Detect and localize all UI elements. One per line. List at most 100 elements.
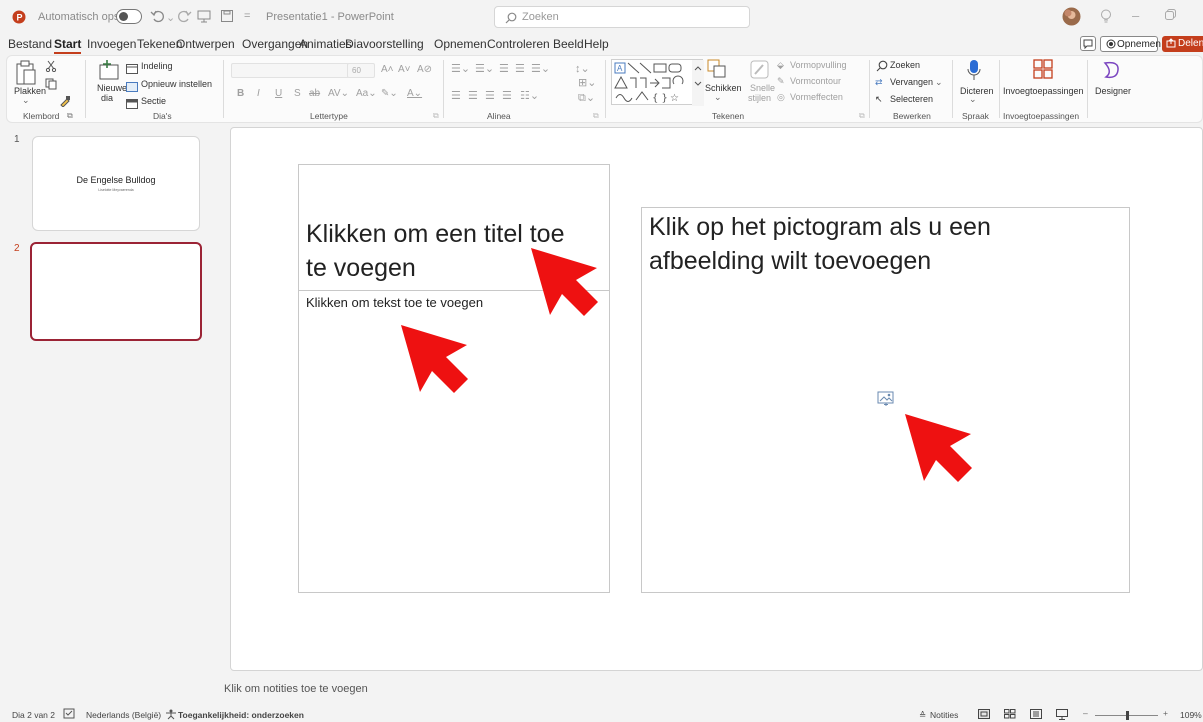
- tab-opnemen[interactable]: Opnemen: [434, 37, 487, 51]
- redo-icon[interactable]: [178, 9, 192, 23]
- arrange-dropdown-icon[interactable]: ⌄: [714, 92, 722, 103]
- replace-label[interactable]: Vervangen: [890, 77, 933, 87]
- layout-icon[interactable]: [126, 61, 138, 79]
- highlight-icon[interactable]: ✎⌄: [381, 88, 398, 99]
- decrease-font-icon[interactable]: A˅: [398, 64, 411, 75]
- notes-toggle-icon[interactable]: ≙: [919, 710, 926, 721]
- select-label[interactable]: Selecteren: [890, 94, 933, 104]
- paragraph-launcher-icon[interactable]: ⧉: [593, 111, 599, 121]
- find-icon[interactable]: [876, 59, 888, 77]
- numbering-icon[interactable]: ☰⌄: [475, 62, 494, 75]
- dictate-dropdown-icon[interactable]: ⌄: [969, 94, 977, 105]
- font-launcher-icon[interactable]: ⧉: [433, 111, 439, 121]
- reading-view-icon[interactable]: [1030, 709, 1042, 721]
- tab-animaties[interactable]: Animaties: [299, 37, 352, 51]
- accessibility-status[interactable]: Toegankelijkheid: onderzoeken: [178, 710, 304, 720]
- new-slide-label[interactable]: Nieuwe: [97, 83, 127, 93]
- restore-icon[interactable]: [1165, 9, 1176, 20]
- align-center-icon[interactable]: ☰: [468, 89, 478, 102]
- zoom-slider-thumb[interactable]: [1126, 711, 1129, 720]
- find-label[interactable]: Zoeken: [890, 60, 920, 70]
- zoom-out-button[interactable]: –: [1083, 708, 1088, 718]
- accessibility-icon[interactable]: [165, 709, 177, 722]
- clear-format-icon[interactable]: A⊘: [417, 64, 432, 75]
- shape-effects-icon[interactable]: ◎: [777, 92, 785, 103]
- copy-icon[interactable]: [45, 77, 59, 95]
- undo-icon[interactable]: [150, 9, 164, 23]
- comments-button[interactable]: [1080, 36, 1096, 51]
- picture-placeholder-text[interactable]: Klik op het pictogram als u een afbeeldi…: [649, 210, 1089, 278]
- language[interactable]: Nederlands (België): [86, 710, 161, 720]
- drawing-launcher-icon[interactable]: ⧉: [859, 111, 865, 121]
- text-placeholder-text[interactable]: Klikken om tekst toe te voegen: [306, 295, 483, 310]
- shape-fill-icon[interactable]: ⬙: [777, 60, 784, 71]
- dictate-label[interactable]: Dicteren: [960, 86, 994, 96]
- tab-controleren[interactable]: Controleren: [487, 37, 550, 51]
- tab-ontwerpen[interactable]: Ontwerpen: [176, 37, 235, 51]
- character-spacing-icon[interactable]: AV⌄: [328, 88, 349, 99]
- quick-styles-label-2[interactable]: stijlen: [748, 93, 771, 103]
- tab-beeld[interactable]: Beeld: [553, 37, 584, 51]
- notes-pane[interactable]: Klik om notities toe te voegen: [215, 678, 1203, 702]
- customize-toolbar-icon[interactable]: =: [244, 10, 250, 22]
- undo-dropdown-icon[interactable]: ⌄: [166, 11, 175, 24]
- zoom-level[interactable]: 109%: [1180, 710, 1202, 720]
- font-color-icon[interactable]: A⌄: [407, 88, 422, 99]
- shape-fill-label[interactable]: Vormopvulling: [790, 60, 847, 70]
- slide-sorter-icon[interactable]: [1004, 709, 1016, 721]
- tab-diavoorstelling[interactable]: Diavoorstelling: [345, 37, 424, 51]
- format-painter-icon[interactable]: [59, 94, 71, 112]
- share-button[interactable]: Delen: [1162, 36, 1203, 52]
- line-spacing-icon[interactable]: ☰⌄: [531, 62, 550, 75]
- replace-dropdown-icon[interactable]: ⌄: [935, 77, 943, 88]
- shape-outline-icon[interactable]: ✎: [777, 76, 785, 87]
- align-left-icon[interactable]: ☰: [451, 89, 461, 102]
- avatar[interactable]: [1062, 7, 1081, 26]
- bullets-icon[interactable]: ☰⌄: [451, 62, 470, 75]
- tab-invoegen[interactable]: Invoegen: [87, 37, 136, 51]
- tab-help[interactable]: Help: [584, 37, 609, 51]
- align-right-icon[interactable]: ☰: [485, 89, 495, 102]
- shadow-icon[interactable]: S: [294, 88, 301, 99]
- addins-icon[interactable]: [1033, 59, 1053, 84]
- slide-thumbnail-1[interactable]: De Engelse Bulldog Liselotte Meyvaerenda: [32, 136, 200, 231]
- new-slide-icon[interactable]: [98, 59, 120, 86]
- slide-canvas[interactable]: Klikken om een titel toe te voegen Klikk…: [230, 127, 1203, 671]
- strikethrough-icon[interactable]: ab: [309, 88, 320, 99]
- underline-icon[interactable]: U: [275, 88, 282, 99]
- insert-picture-icon[interactable]: [877, 391, 895, 412]
- shape-effects-label[interactable]: Vormeffecten: [790, 92, 843, 102]
- record-button[interactable]: Opnemen: [1100, 36, 1161, 52]
- spelling-check-icon[interactable]: [63, 708, 75, 722]
- shapes-gallery[interactable]: A { } ☆: [611, 59, 704, 106]
- addins-label[interactable]: Invoegtoepassingen: [1003, 86, 1084, 96]
- align-text-icon[interactable]: ⊞⌄: [578, 76, 596, 89]
- save-icon[interactable]: [220, 9, 234, 23]
- klembord-launcher-icon[interactable]: ⧉: [67, 111, 73, 121]
- zoom-slider[interactable]: [1095, 711, 1158, 720]
- presentation-mode-icon[interactable]: [197, 9, 211, 23]
- new-slide-label-2[interactable]: dia: [101, 93, 113, 103]
- arrange-label[interactable]: Schikken: [705, 83, 742, 93]
- increase-font-icon[interactable]: A˄: [381, 64, 394, 75]
- decrease-indent-icon[interactable]: ☰: [499, 62, 509, 75]
- quick-styles-icon[interactable]: [749, 59, 771, 86]
- quick-styles-label[interactable]: Snelle: [750, 83, 775, 93]
- paste-dropdown-icon[interactable]: ⌄: [22, 95, 30, 106]
- autosave-toggle[interactable]: [116, 9, 142, 24]
- justify-icon[interactable]: ☰: [502, 89, 512, 102]
- designer-icon[interactable]: [1101, 59, 1123, 86]
- lightbulb-icon[interactable]: [1100, 9, 1112, 24]
- select-icon[interactable]: ↖: [875, 94, 883, 105]
- reset-icon[interactable]: [126, 79, 138, 97]
- microphone-icon[interactable]: [967, 59, 981, 86]
- picture-placeholder[interactable]: Klik op het pictogram als u een afbeeldi…: [641, 207, 1130, 593]
- cut-icon[interactable]: [45, 59, 57, 77]
- menu-bestand[interactable]: Bestand: [8, 37, 52, 51]
- italic-icon[interactable]: I: [257, 88, 260, 99]
- text-direction-icon[interactable]: ↕⌄: [575, 62, 590, 75]
- smartart-icon[interactable]: ⧉⌄: [578, 91, 595, 105]
- slide-thumbnail-2[interactable]: [30, 242, 202, 341]
- change-case-icon[interactable]: Aa⌄: [356, 88, 377, 99]
- columns-icon[interactable]: ☷⌄: [520, 89, 539, 102]
